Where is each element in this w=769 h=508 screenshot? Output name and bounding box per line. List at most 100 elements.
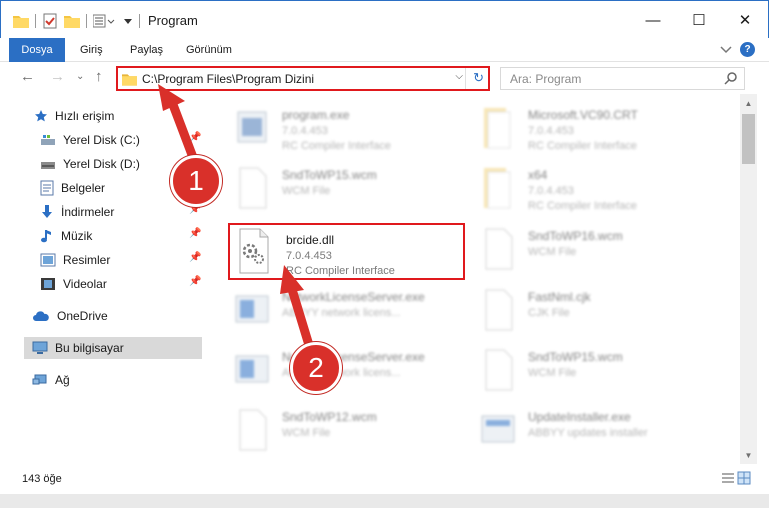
documents-icon [40,180,54,196]
file-item[interactable]: SndToWP16.wcm WCM File [472,221,702,277]
up-button[interactable]: ↑ [95,68,103,85]
file-description: RC Compiler Interface [286,265,395,277]
scroll-up-icon[interactable]: ▲ [740,96,757,112]
file-item[interactable]: SndToWP15.wcm WCM File [472,342,702,398]
document-icon [485,349,513,391]
details-view-icon[interactable] [721,471,735,485]
close-button[interactable]: ✕ [722,1,768,39]
toolbar-separator [35,14,36,28]
document-icon [485,228,513,270]
file-item-brcide-dll[interactable]: brcide.dll 7.0.4.453 RC Compiler Interfa… [228,223,465,280]
file-type: WCM File [282,185,331,197]
sidebar-item-label: OneDrive [57,309,108,323]
file-description: RC Compiler Interface [282,140,391,152]
tab-home[interactable]: Giriş [80,38,103,62]
file-name: NetworkLicenseServer.exe [282,290,425,304]
sidebar-item-videos[interactable]: Videolar [40,273,107,295]
scroll-down-icon[interactable]: ▼ [740,448,757,464]
sidebar-item-documents[interactable]: Belgeler [40,177,105,199]
sidebar-item-music[interactable]: Müzik [40,225,92,247]
drive-icon [41,135,55,145]
file-description: ABBYY updates installer [528,427,648,439]
pin-icon[interactable]: 📌 [189,252,201,263]
search-box[interactable]: Ara: Program [500,67,745,90]
new-folder-icon[interactable] [64,14,80,28]
sidebar-item-downloads[interactable]: İndirmeler [40,201,114,223]
download-icon [42,205,52,218]
recent-locations-button[interactable]: ⌄ [76,71,84,82]
app-icon [235,355,269,383]
help-icon[interactable]: ? [740,42,755,57]
address-path[interactable]: C:\Program Files\Program Dizini [142,72,314,86]
file-type: CJK File [528,307,570,319]
tab-view[interactable]: Görünüm [186,38,232,62]
sidebar-item-network[interactable]: Ağ [32,369,70,391]
sidebar-item-label: Ağ [55,373,70,387]
expand-ribbon-icon[interactable] [720,45,732,55]
file-version: 7.0.4.453 [282,125,328,137]
drive-icon [41,162,55,169]
file-name: Microsoft.VC90.CRT [528,108,638,122]
step-2-badge: 2 [290,342,342,394]
sidebar-item-local-disk-d[interactable]: Yerel Disk (D:) [40,153,140,175]
star-icon [35,110,47,122]
toolbar-separator [86,14,87,28]
tiles-view-icon[interactable] [737,471,751,485]
file-description: ABBYY network licens... [282,307,401,319]
chevron-down-icon[interactable] [123,16,133,26]
file-description: RC Compiler Interface [528,200,637,212]
pin-icon[interactable]: 📌 [189,276,201,287]
title-bar: Program — ☐ ✕ [0,0,769,38]
properties-icon[interactable] [42,13,58,29]
sidebar-item-label: Müzik [61,229,93,243]
address-separator [465,68,466,89]
refresh-icon[interactable]: ↻ [473,70,484,86]
search-icon[interactable] [724,71,738,85]
customize-toolbar-icon[interactable] [93,14,117,28]
pin-icon[interactable]: 📌 [189,132,201,143]
sidebar-item-this-pc[interactable]: Bu bilgisayar [24,337,202,359]
scroll-thumb[interactable] [742,114,755,164]
pin-icon[interactable]: 📌 [189,228,201,239]
window-title: Program [148,13,198,28]
sidebar-item-quick-access[interactable]: Hızlı erişim [34,105,114,127]
maximize-button[interactable]: ☐ [676,1,722,39]
file-item[interactable]: FastNml.cjk CJK File [472,282,702,338]
forward-button[interactable]: → [50,68,65,85]
app-icon [235,295,269,323]
sidebar-item-onedrive[interactable]: OneDrive [32,305,108,327]
file-item[interactable]: program.exe 7.0.4.453 RC Compiler Interf… [226,100,456,156]
minimize-button[interactable]: — [630,1,676,39]
file-item[interactable]: NetworkLicenseServer.exe ABBYY network l… [226,282,456,338]
file-description: RC Compiler Interface [528,140,637,152]
sidebar-item-pictures[interactable]: Resimler [40,249,110,271]
item-count: 143 öğe [22,473,62,485]
file-item[interactable]: Microsoft.VC90.CRT 7.0.4.453 RC Compiler… [472,100,702,156]
file-name: SndToWP16.wcm [528,229,623,243]
app-icon [481,415,515,443]
file-item[interactable]: SndToWP15.wcm WCM File [226,160,456,216]
sidebar-item-local-disk-c[interactable]: Yerel Disk (C:) [40,129,140,151]
computer-icon [32,341,48,354]
file-name: FastNml.cjk [528,290,591,304]
file-item[interactable]: x64 7.0.4.453 RC Compiler Interface [472,160,702,216]
vertical-scrollbar[interactable]: ▲ ▼ [740,94,757,464]
window-controls: — ☐ ✕ [630,1,768,39]
window-bottom-edge [0,494,769,508]
document-icon [239,409,267,451]
sidebar-item-label: Yerel Disk (C:) [63,133,140,147]
file-name: UpdateInstaller.exe [528,410,631,424]
address-bar[interactable]: C:\Program Files\Program Dizini ⌵ ↻ [116,66,490,91]
file-name: x64 [528,168,548,182]
sidebar-item-label: Yerel Disk (D:) [63,157,140,171]
file-item[interactable]: UpdateInstaller.exe ABBYY updates instal… [472,402,702,458]
ribbon-controls: ? [720,42,755,57]
file-version: 7.0.4.453 [286,250,332,262]
back-button[interactable]: ← [20,68,35,85]
tab-share[interactable]: Paylaş [130,38,163,62]
exe-file-icon [237,111,267,143]
file-item[interactable]: SndToWP12.wcm WCM File [226,402,456,458]
folder-icon [484,108,511,149]
address-dropdown-icon[interactable]: ⌵ [455,71,463,82]
search-placeholder[interactable]: Ara: Program [510,72,581,86]
